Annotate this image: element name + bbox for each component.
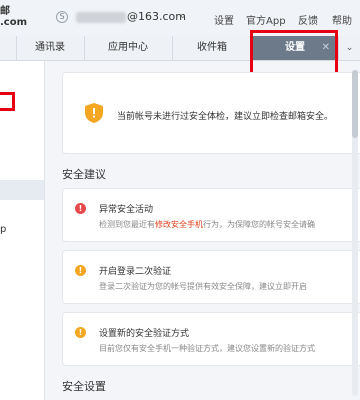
account-chevron-down-icon[interactable]: ⌄ <box>179 11 187 21</box>
security-check-notice: 当前帐号未进行过安全体检，建议立即检查邮箱安全。 <box>62 72 360 154</box>
tab-inbox[interactable]: 收件箱 <box>172 36 253 60</box>
security-suggestions-title: 安全建议 <box>62 168 106 181</box>
suggestion-title: 设置新的安全验证方式 <box>99 329 190 339</box>
suggestion-desc: 目前您仅有安全手机一种验证方式，建议您设置新的验证方式 <box>99 344 315 353</box>
tab-contacts[interactable]: 通讯录 <box>16 36 85 60</box>
shield-warning-icon <box>85 103 103 123</box>
account-icon: S <box>56 11 68 23</box>
suggestion-title: 开启登录二次验证 <box>99 267 172 277</box>
tab-partial[interactable] <box>0 36 17 60</box>
logo-line2: .com <box>0 17 28 28</box>
tab-more-chevron-down-icon[interactable]: ⌄ <box>339 36 360 60</box>
logo-line1: 邮 <box>0 6 10 17</box>
sidebar-highlight <box>0 92 15 111</box>
scrollbar[interactable] <box>352 70 358 396</box>
security-settings-title: 安全设置 <box>62 380 106 393</box>
top-link-official-app[interactable]: 官方App <box>246 12 286 27</box>
suggestion-item[interactable]: ! 异常安全活动 检测到您最近有修改安全手机行为，为保障您的帐号安全请确 <box>62 188 360 242</box>
warning-icon: ! <box>75 265 86 276</box>
suggestion-desc: 检测到您最近有修改安全手机行为，为保障您的帐号安全请确 <box>99 220 315 229</box>
sidebar-item-partial-label: p <box>0 224 7 235</box>
account-name-redacted <box>76 12 126 23</box>
settings-tab-highlight <box>250 30 338 75</box>
top-link-help[interactable]: 帮助 <box>332 12 352 27</box>
sidebar-selected-item[interactable] <box>0 180 44 200</box>
left-sidebar: p <box>0 61 45 400</box>
top-link-feedback[interactable]: 反馈 <box>298 12 318 27</box>
suggestion-title: 异常安全活动 <box>99 205 154 215</box>
tab-app-center[interactable]: 应用中心 <box>84 36 173 60</box>
alert-icon: ! <box>75 203 86 214</box>
notice-text: 当前帐号未进行过安全体检，建议立即检查邮箱安全。 <box>117 112 334 122</box>
suggestion-item[interactable]: ! 设置新的安全验证方式 目前您仅有安全手机一种验证方式，建议您设置新的验证方式 <box>62 312 360 366</box>
modify-phone-link[interactable]: 修改安全手机 <box>155 220 203 229</box>
scrollbar-thumb[interactable] <box>352 70 358 138</box>
top-link-settings[interactable]: 设置 <box>214 12 234 27</box>
logo[interactable]: 邮 .com <box>0 6 27 28</box>
suggestion-desc: 登录二次验证为您的帐号提供有效安全保障，建议立即开启 <box>99 282 307 291</box>
suggestion-item[interactable]: ! 开启登录二次验证 登录二次验证为您的帐号提供有效安全保障，建议立即开启 <box>62 250 360 304</box>
warning-icon: ! <box>75 327 86 338</box>
account-domain[interactable]: @163.com <box>127 10 186 23</box>
